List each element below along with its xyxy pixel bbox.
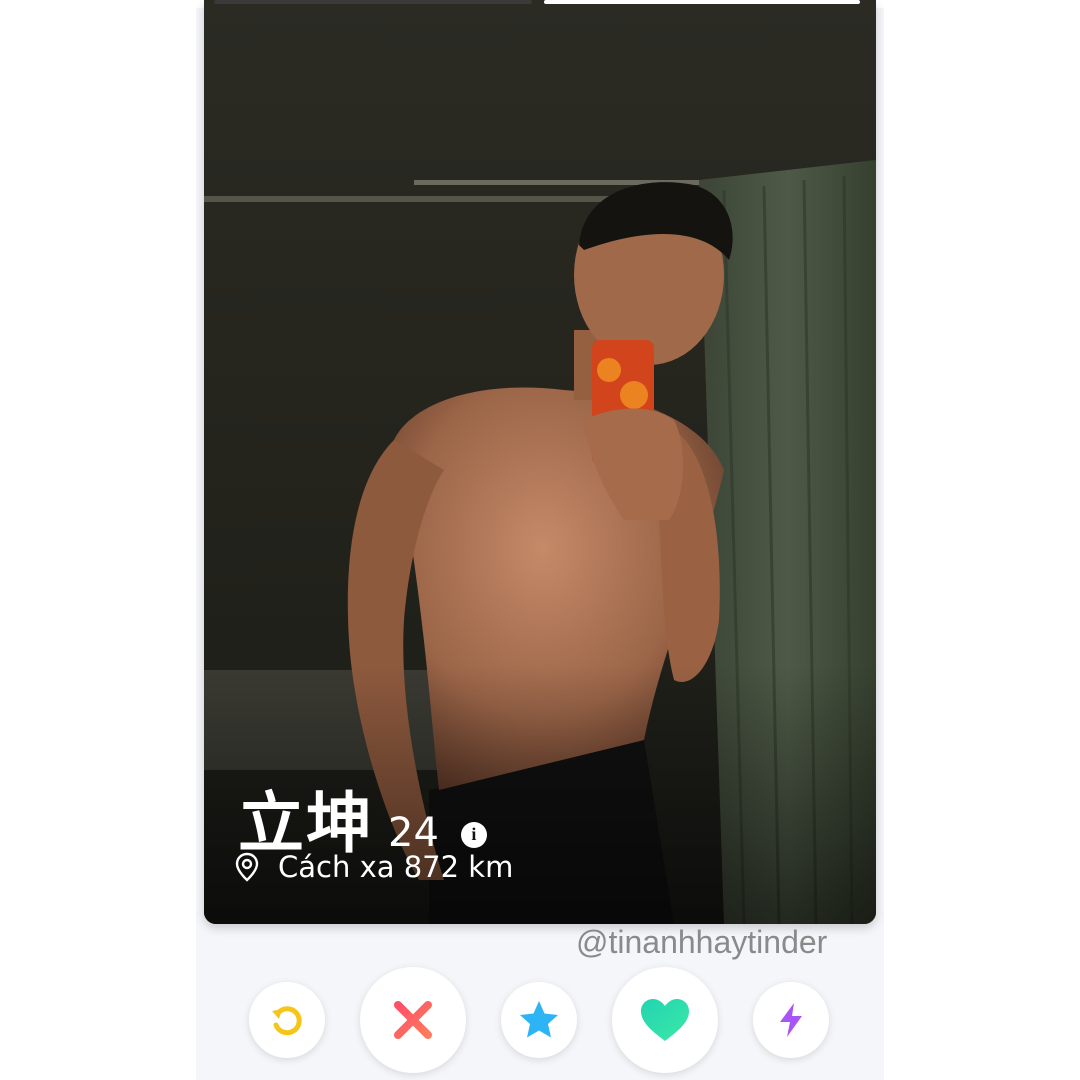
heart-icon: [641, 999, 689, 1041]
rewind-icon: [272, 1006, 302, 1036]
watermark: @tinanhhaytinder: [576, 924, 828, 960]
info-icon[interactable]: i: [460, 821, 487, 848]
lightning-icon: [780, 1003, 802, 1037]
photo-indicator-active[interactable]: [544, 0, 860, 4]
photo-indicator-inactive[interactable]: [214, 0, 532, 4]
close-icon: [394, 1001, 432, 1039]
profile-distance-row: Cách xa 872 km: [234, 850, 513, 884]
like-button[interactable]: [612, 967, 718, 1073]
boost-button[interactable]: [753, 982, 829, 1058]
nope-button[interactable]: [360, 967, 466, 1073]
profile-card[interactable]: 立坤 24 i Cách xa 872 km: [204, 0, 876, 924]
super-like-button[interactable]: [501, 982, 577, 1058]
rewind-button[interactable]: [249, 982, 325, 1058]
profile-distance: Cách xa 872 km: [278, 850, 514, 884]
location-pin-icon: [235, 852, 259, 882]
star-icon: [520, 1001, 558, 1038]
